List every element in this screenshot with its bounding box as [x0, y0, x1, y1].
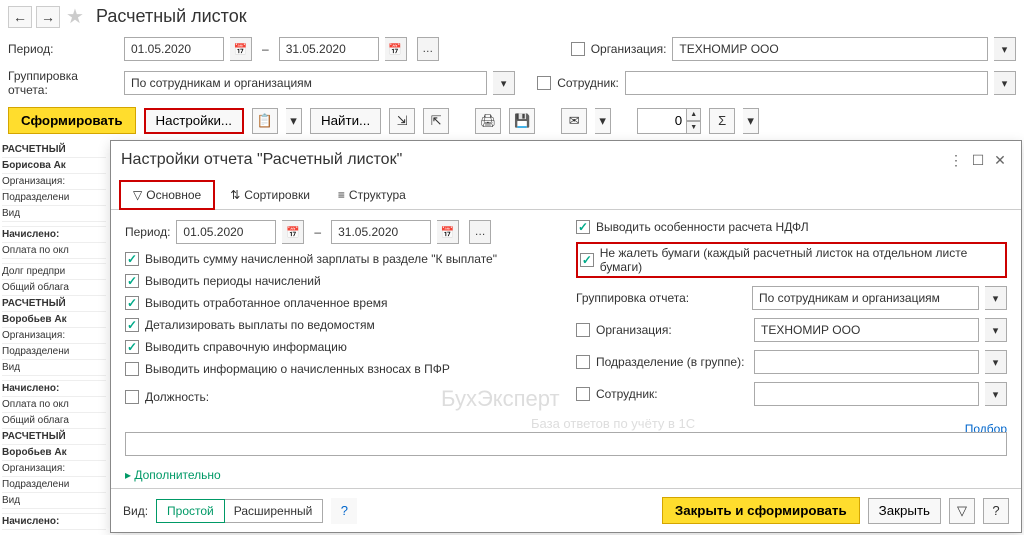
settings-button[interactable]: Настройки... [144, 108, 244, 134]
subdiv-field[interactable] [754, 350, 979, 374]
filter-icon: ▽ [133, 188, 142, 202]
save-icon[interactable]: 💾 [509, 108, 535, 134]
calendar-icon[interactable]: 📅 [230, 37, 252, 61]
view-segment: Простой Расширенный [156, 499, 323, 523]
check-ref[interactable] [125, 340, 139, 354]
forward-button[interactable]: → [36, 6, 60, 28]
settings-dialog: Настройки отчета "Расчетный листок" ⋮ ☐ … [110, 140, 1022, 533]
maximize-icon[interactable]: ☐ [967, 149, 989, 171]
period-from[interactable]: 01.05.2020 [124, 37, 224, 61]
employee-field[interactable] [625, 71, 988, 95]
close-button[interactable]: Закрыть [868, 498, 941, 524]
mail-dropdown-icon[interactable]: ▾ [595, 108, 611, 134]
tab-main[interactable]: ▽Основное [119, 180, 215, 210]
help-toolbar-icon[interactable]: ? [983, 498, 1009, 524]
paste-icon[interactable]: 📋 [252, 108, 278, 134]
position-label: Должность: [145, 390, 209, 404]
dialog-emp-checkbox[interactable] [576, 387, 590, 401]
check-paper[interactable] [580, 253, 594, 267]
check-sum[interactable] [125, 252, 139, 266]
dialog-period-from[interactable]: 01.05.2020 [176, 220, 276, 244]
dropdown-icon[interactable]: ▾ [493, 71, 515, 95]
view-advanced[interactable]: Расширенный [224, 500, 323, 522]
position-input[interactable] [125, 432, 1007, 456]
calendar-icon[interactable]: 📅 [282, 220, 304, 244]
background-report: РАСЧЕТНЫЙ Борисова Ак Организация: Подра… [0, 140, 108, 532]
dialog-title: Настройки отчета "Расчетный листок" [121, 151, 945, 169]
subdiv-label: Подразделение (в группе): [596, 355, 748, 369]
sum-icon[interactable]: Σ [709, 108, 735, 134]
dialog-period-to[interactable]: 31.05.2020 [331, 220, 431, 244]
position-checkbox[interactable] [125, 390, 139, 404]
collapse-icon[interactable]: ⇱ [423, 108, 449, 134]
employee-label: Сотрудник: [557, 76, 619, 90]
calendar-icon[interactable]: 📅 [385, 37, 407, 61]
period-to[interactable]: 31.05.2020 [279, 37, 379, 61]
more-icon[interactable]: ⋮ [945, 149, 967, 171]
favorite-star-icon[interactable]: ★ [66, 4, 84, 29]
view-label: Вид: [123, 504, 148, 518]
paste-dropdown-icon[interactable]: ▾ [286, 108, 302, 134]
page-title: Расчетный листок [96, 6, 247, 27]
help-icon[interactable]: ? [331, 498, 357, 524]
dropdown-icon[interactable]: ▾ [985, 318, 1007, 342]
spinner[interactable]: ▲▼ [637, 108, 701, 134]
dialog-org-field[interactable]: ТЕХНОМИР ООО [754, 318, 979, 342]
dropdown-icon[interactable]: ▾ [994, 37, 1016, 61]
org-label: Организация: [591, 42, 667, 56]
mail-icon[interactable]: ✉ [561, 108, 587, 134]
back-button[interactable]: ← [8, 6, 32, 28]
sort-icon: ⇅ [230, 188, 240, 202]
close-icon[interactable]: ✕ [989, 149, 1011, 171]
sum-dropdown-icon[interactable]: ▾ [743, 108, 759, 134]
dropdown-icon[interactable]: ▾ [985, 286, 1007, 310]
tab-sort[interactable]: ⇅Сортировки [217, 179, 323, 209]
tab-struct[interactable]: ≡Структура [325, 179, 419, 209]
more-link[interactable]: ▸ Дополнительно [125, 468, 221, 482]
find-button[interactable]: Найти... [310, 108, 381, 134]
expand-icon[interactable]: ⇲ [389, 108, 415, 134]
dialog-period-label: Период: [125, 225, 170, 239]
select-link[interactable]: Подбор [965, 422, 1007, 432]
dialog-org-checkbox[interactable] [576, 323, 590, 337]
dropdown-icon[interactable]: ▾ [985, 350, 1007, 374]
print-icon[interactable]: 🖨 [475, 108, 501, 134]
check-periods[interactable] [125, 274, 139, 288]
employee-checkbox[interactable] [537, 76, 551, 90]
dialog-emp-label: Сотрудник: [596, 387, 748, 401]
view-simple[interactable]: Простой [156, 499, 225, 523]
org-checkbox[interactable] [571, 42, 585, 56]
check-time[interactable] [125, 296, 139, 310]
dialog-org-label: Организация: [596, 323, 748, 337]
spinner-down[interactable]: ▼ [687, 121, 701, 134]
period-ellipsis[interactable]: … [417, 37, 439, 61]
group-label: Группировка отчета: [576, 291, 746, 305]
form-button[interactable]: Сформировать [8, 107, 136, 134]
spinner-input[interactable] [637, 108, 687, 134]
grouping-label: Группировка отчета: [8, 69, 118, 97]
filter-toolbar-icon[interactable]: ▽ [949, 498, 975, 524]
struct-icon: ≡ [338, 188, 345, 202]
check-detail[interactable] [125, 318, 139, 332]
check-pfr[interactable] [125, 362, 139, 376]
period-ellipsis[interactable]: … [469, 220, 491, 244]
subdiv-checkbox[interactable] [576, 355, 590, 369]
check-ndfl[interactable] [576, 220, 590, 234]
grouping-field[interactable]: По сотрудникам и организациям [124, 71, 487, 95]
group-field[interactable]: По сотрудникам и организациям [752, 286, 979, 310]
close-form-button[interactable]: Закрыть и сформировать [662, 497, 860, 524]
dropdown-icon[interactable]: ▾ [994, 71, 1016, 95]
dropdown-icon[interactable]: ▾ [985, 382, 1007, 406]
spinner-up[interactable]: ▲ [687, 108, 701, 121]
dialog-emp-field[interactable] [754, 382, 979, 406]
calendar-icon[interactable]: 📅 [437, 220, 459, 244]
org-field[interactable]: ТЕХНОМИР ООО [672, 37, 988, 61]
period-dash: – [258, 42, 273, 56]
period-label: Период: [8, 42, 118, 56]
